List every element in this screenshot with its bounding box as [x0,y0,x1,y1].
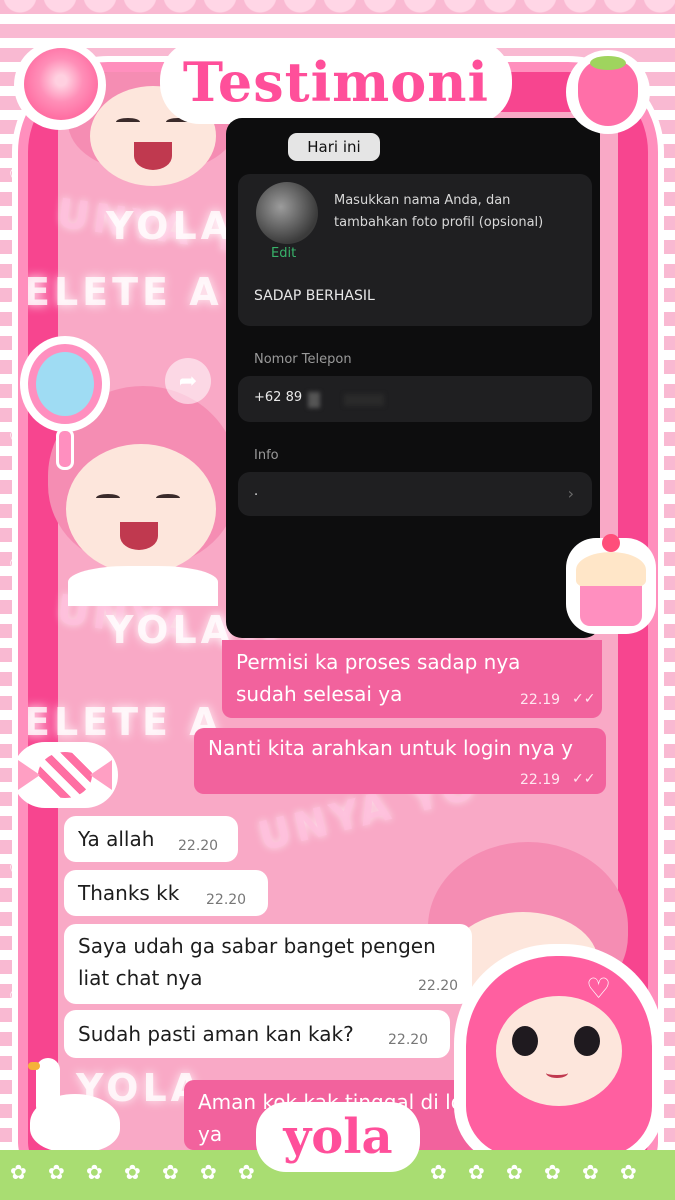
forward-icon[interactable]: ➦ [165,358,211,404]
message-time: 22.20 [178,838,219,854]
profile-avatar[interactable] [256,182,318,244]
flower-icon: ✿ [200,1160,217,1184]
message-time: 22.19 [520,692,561,708]
message-time: 22.20 [388,1032,429,1048]
redacted-number [344,394,384,406]
info-label: Info [254,448,279,463]
flower-icon: ✿ [506,1160,523,1184]
message-time: 22.20 [206,892,247,908]
message-text: Thanks kk [78,881,180,905]
message-text: Saya udah ga sabar banget pengen [78,934,436,958]
phone-number-value: +62 89 [254,390,303,405]
flower-icon: ✿ [10,1160,27,1184]
flower-icon: ✿ [620,1160,637,1184]
edit-photo-link[interactable]: Edit [271,246,296,261]
redacted-number [308,392,320,408]
message-incoming: Saya udah ga sabar banget pengen liat ch… [64,924,472,1004]
hijab-girl-sticker: ♡ [454,944,664,1166]
flower-icon: ✿ [238,1160,255,1184]
date-divider: Hari ini [288,133,380,161]
message-text: Sudah pasti aman kan kak? [78,1022,354,1046]
top-scallop-decoration [0,0,675,26]
brand-badge: yola [256,1102,420,1172]
watermark-text: YOLA [106,204,235,248]
watermark-text: ELETE A [24,270,223,314]
message-time: 22.19 [520,772,561,788]
info-value: . [254,484,259,499]
read-receipt-icon: ✓✓ [572,771,596,787]
flower-icon: ✿ [86,1160,103,1184]
message-text: Nanti kita arahkan untuk login nya y [208,736,574,760]
flower-icon: ✿ [582,1160,599,1184]
page-title: Testimoni [182,50,490,114]
watermark-text: ELETE A [24,700,223,744]
rose-sticker [14,40,106,130]
candy-sticker [12,742,118,808]
message-time: 22.20 [418,978,459,994]
message-text: Ya allah [78,827,155,851]
read-receipt-icon: ✓✓ [572,691,596,707]
profile-hint: Masukkan nama Anda, dan tambahkan foto p… [334,193,544,230]
profile-name[interactable]: SADAP BERHASIL [254,288,375,304]
mirror-sticker [20,336,110,472]
flower-icon: ✿ [430,1160,447,1184]
chevron-right-icon: › [567,484,574,503]
brand-name: yola [283,1109,393,1165]
swan-sticker [22,1054,122,1154]
strawberry-sticker [566,50,650,134]
phone-number-label: Nomor Telepon [254,352,352,367]
phone-screenshot: Edit Masukkan nama Anda, dan tambahkan f… [226,118,600,638]
cupcake-sticker [566,524,656,634]
flower-icon: ✿ [468,1160,485,1184]
watermark-text: YOLA [106,608,235,652]
flower-icon: ✿ [48,1160,65,1184]
message-text: liat chat nya [78,966,203,990]
flower-icon: ✿ [124,1160,141,1184]
info-field[interactable] [238,472,592,516]
message-text: Permisi ka proses sadap nya [236,650,521,674]
flower-icon: ✿ [544,1160,561,1184]
title-badge: Testimoni [160,40,512,124]
flower-icon: ✿ [162,1160,179,1184]
